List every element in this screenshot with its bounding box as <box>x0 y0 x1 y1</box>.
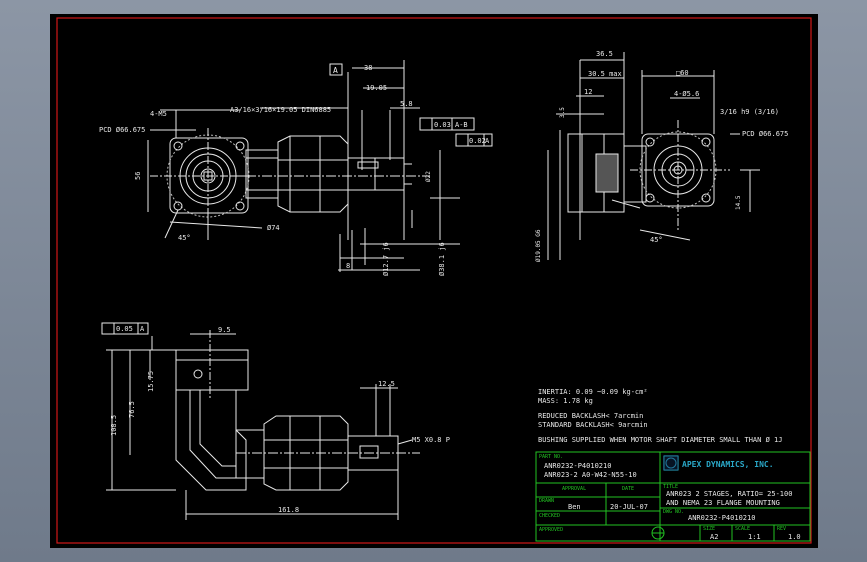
company-logo-box <box>664 456 678 470</box>
tb-dwg-no-label: DWG NO. <box>663 509 684 515</box>
dim-pcd-left: PCD Ø66.675 <box>99 126 145 134</box>
note-standard-backlash: STANDARD BACKLASH< 9arcmin <box>538 421 648 429</box>
dim-15-75: 15.75 <box>147 371 155 392</box>
dim-3-5: 3.5 <box>559 107 566 118</box>
tb-approved-label: APPROVED <box>539 527 563 533</box>
tb-scale-label: SCALE <box>735 526 750 532</box>
dim-38: 38 <box>364 64 372 72</box>
company-name: APEX DYNAMICS, INC. <box>682 460 774 469</box>
dim-4-5-6: 4-Ø5.6 <box>674 90 699 98</box>
note-mass: MASS: 1.78 kg <box>538 397 593 405</box>
tol-0-05: 0.05 <box>116 325 133 333</box>
tb-part-no-label: PART NO. <box>539 454 563 460</box>
dim-12-7: Ø12.7 j6 <box>382 242 390 276</box>
dim-14-5: 14.5 <box>735 195 742 210</box>
dim-9-5: 9.5 <box>218 326 231 334</box>
note-inertia: INERTIA: 0.09 ~0.09 kg-cm² <box>538 388 648 396</box>
tol-0-03: 0.03 <box>434 121 451 129</box>
tb-part-no-1: ANR0232-P4010210 <box>544 462 611 470</box>
tb-drawn-label: DRAWN <box>539 498 554 504</box>
drawing-canvas[interactable]: 4-M5 PCD Ø66.675 45° Ø74 56 A 0.03 A-B 0… <box>0 0 867 562</box>
tb-approval-label: APPROVAL <box>562 486 586 492</box>
dim-12: 12 <box>584 88 592 96</box>
note-bushing: BUSHING SUPPLIED WHEN MOTOR SHAFT DIAMET… <box>538 436 782 444</box>
dim-8: 8 <box>346 262 350 270</box>
dim-30-5: 30.5 max <box>588 70 622 78</box>
dim-m5-thread: M5 X0.8 P <box>412 436 450 444</box>
tb-title-line2: AND NEMA 23 FLANGE MOUNTING <box>666 499 780 507</box>
dim-key-right: 3/16 h9 (3/16) <box>720 108 779 116</box>
dim-pcd-right: PCD Ø66.675 <box>742 130 788 138</box>
dim-56: 56 <box>134 172 142 180</box>
dim-76-5: 76.5 <box>128 401 136 418</box>
dim-12-5: 12.5 <box>378 380 395 388</box>
dim-45-right: 45° <box>650 236 663 244</box>
tb-size: A2 <box>710 533 718 541</box>
tb-scale: 1:1 <box>748 533 761 541</box>
dim-36-5: 36.5 <box>596 50 613 58</box>
dim-19-05: 19.05 <box>366 84 387 92</box>
dim-4-m5: 4-M5 <box>150 110 167 118</box>
datum-a-top-label: A <box>333 66 338 75</box>
dim-74: Ø74 <box>267 224 280 232</box>
dim-161-8: 161.8 <box>278 506 299 514</box>
note-reduced-backlash: REDUCED BACKLASH< 7arcmin <box>538 412 643 420</box>
tb-rev: 1.0 <box>788 533 801 541</box>
tb-checked-label: CHECKED <box>539 513 560 519</box>
tol-0-02: 0.02 <box>469 137 486 145</box>
tb-rev-label: REV <box>777 526 786 532</box>
tb-size-label: SIZE <box>703 526 715 532</box>
tb-drawn-by: Ben <box>568 503 581 511</box>
tb-title-line1: ANR023 2 STAGES, RATIO= 25-100 <box>666 490 792 498</box>
tb-date-label: DATE <box>622 486 634 492</box>
dim-60-sq: □60 <box>676 69 689 77</box>
dim-5-8: 5.8 <box>400 100 413 108</box>
dim-22: Ø22 <box>425 171 432 182</box>
dim-38-1: Ø38.1 j6 <box>438 242 446 276</box>
dim-19-05-g6: Ø19.05 G6 <box>535 229 542 262</box>
dim-key: A3/16×3/16×19.05 DIN6885 <box>230 106 331 114</box>
tol-a-b: A-B <box>455 121 468 129</box>
dim-108-5: 108.5 <box>110 415 118 436</box>
tb-dwg-no: ANR0232-P4010210 <box>688 514 755 522</box>
tb-part-no-2: ANR023-2 A0-W42-N55-10 <box>544 471 637 479</box>
tb-drawn-date: 20-JUL-07 <box>610 503 648 511</box>
cad-viewer: 4-M5 PCD Ø66.675 45° Ø74 56 A 0.03 A-B 0… <box>0 0 867 562</box>
dim-45-left: 45° <box>178 234 191 242</box>
